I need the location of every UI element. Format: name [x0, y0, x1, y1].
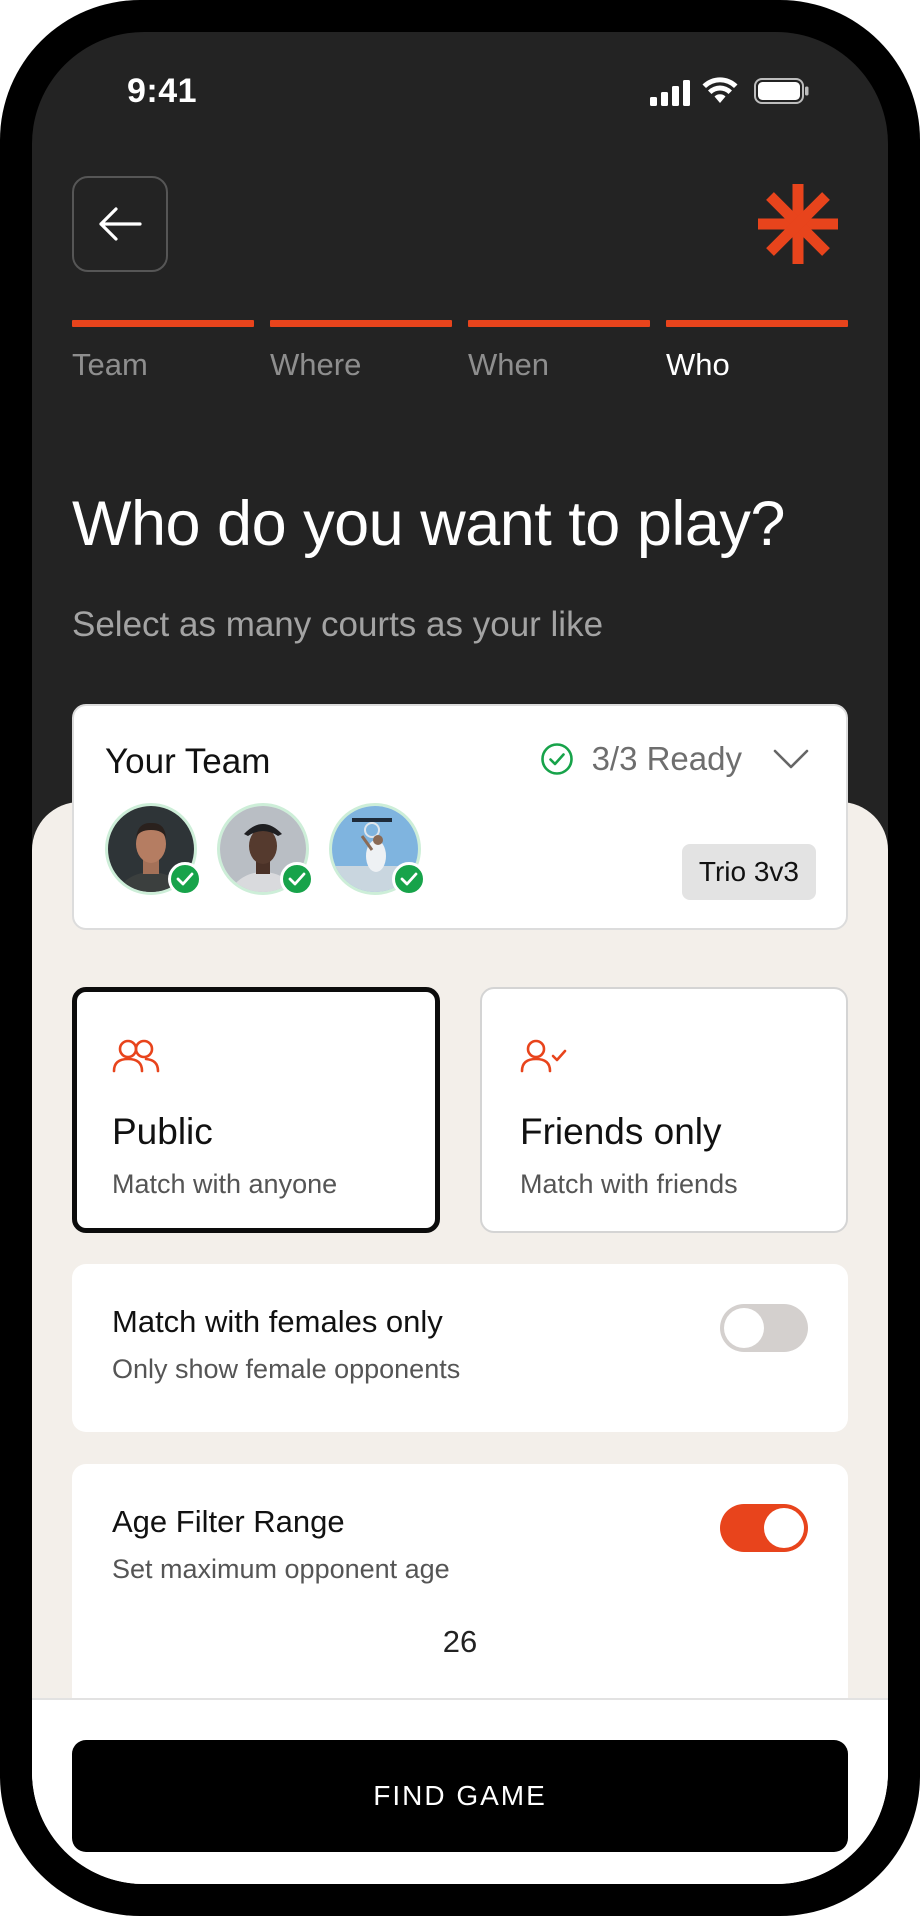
- avatar[interactable]: [105, 803, 202, 896]
- team-ready-dropdown[interactable]: 3/3 Ready: [540, 740, 810, 778]
- public-option[interactable]: Public Match with anyone: [72, 987, 440, 1233]
- wifi-icon: [702, 77, 738, 103]
- step-label: Team: [72, 347, 148, 382]
- ready-status: 3/3 Ready: [591, 740, 742, 777]
- step-who: Who: [666, 320, 848, 383]
- chevron-down-icon: [773, 749, 809, 769]
- ready-check-icon: [392, 862, 426, 896]
- option-subtitle: Match with friends: [520, 1169, 738, 1199]
- setting-subtitle: Only show female opponents: [112, 1354, 461, 1384]
- avatar[interactable]: [329, 803, 426, 896]
- users-icon: [112, 1039, 160, 1073]
- cellular-signal-icon: [650, 80, 690, 106]
- step-label: Who: [666, 347, 730, 382]
- age-filter-toggle[interactable]: [720, 1504, 808, 1552]
- page-title: Who do you want to play?: [72, 489, 785, 559]
- step-when: When: [468, 320, 650, 383]
- option-subtitle: Match with anyone: [112, 1169, 338, 1199]
- step-label: Where: [270, 347, 362, 382]
- user-check-icon: [520, 1039, 567, 1073]
- page-subtitle: Select as many courts as your like: [72, 605, 604, 644]
- team-format-badge: Trio 3v3: [681, 844, 816, 900]
- option-title: Public: [112, 1111, 213, 1152]
- phone-frame: 9:41 Team Where When Who Who do you want…: [0, 0, 920, 1916]
- option-title: Friends only: [520, 1111, 722, 1152]
- setting-title: Age Filter Range: [112, 1504, 345, 1539]
- footer-bar: FIND GAME: [32, 1698, 888, 1884]
- check-circle-icon: [540, 743, 573, 775]
- back-button[interactable]: [72, 176, 168, 272]
- step-team: Team: [72, 320, 254, 383]
- progress-steps: Team Where When Who: [72, 320, 848, 400]
- step-where: Where: [270, 320, 452, 383]
- team-title: Your Team: [105, 742, 271, 781]
- find-game-button[interactable]: FIND GAME: [72, 1740, 848, 1852]
- ready-check-icon: [280, 862, 314, 896]
- female-only-setting: Match with females only Only show female…: [72, 1264, 848, 1432]
- app-screen: 9:41 Team Where When Who Who do you want…: [32, 32, 888, 1884]
- team-card: Your Team 3/3 Ready Trio 3v3: [72, 704, 848, 930]
- toggle-knob: [724, 1308, 764, 1348]
- step-bar: [72, 320, 254, 327]
- battery-icon: [754, 78, 809, 104]
- ready-check-icon: [168, 862, 202, 896]
- step-label: When: [468, 347, 549, 382]
- age-filter-setting: Age Filter Range Set maximum opponent ag…: [72, 1464, 848, 1724]
- step-bar: [468, 320, 650, 327]
- arrow-left-icon: [99, 207, 142, 241]
- age-value: 26: [442, 1624, 478, 1659]
- status-bar: 9:41: [32, 32, 888, 152]
- avatar[interactable]: [217, 803, 314, 896]
- setting-title: Match with females only: [112, 1304, 443, 1339]
- step-bar: [666, 320, 848, 327]
- toggle-knob: [764, 1508, 804, 1548]
- asterisk-logo-icon: [758, 184, 838, 264]
- step-bar: [270, 320, 452, 327]
- female-only-toggle[interactable]: [720, 1304, 808, 1352]
- team-avatars: [105, 803, 426, 896]
- status-time: 9:41: [127, 72, 198, 110]
- setting-subtitle: Set maximum opponent age: [112, 1554, 450, 1584]
- friends-only-option[interactable]: Friends only Match with friends: [480, 987, 848, 1233]
